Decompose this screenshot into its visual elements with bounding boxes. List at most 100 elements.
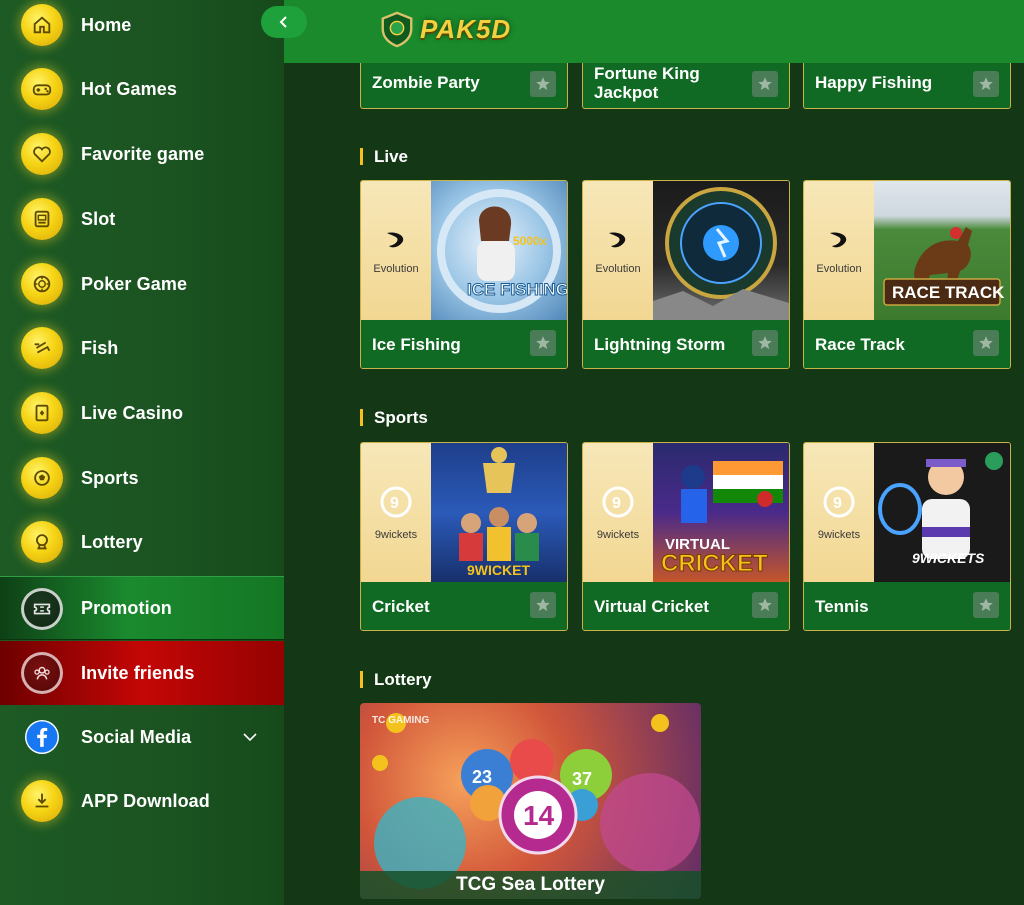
sidebar-item-social-media[interactable]: Social Media — [0, 705, 284, 769]
sidebar-item-label: Hot Games — [81, 78, 177, 99]
evolution-logo-icon — [387, 231, 404, 247]
sidebar-item-lottery[interactable]: Lottery — [0, 510, 284, 574]
game-title-bar: TCG Sea Lottery — [360, 871, 701, 899]
sidebar-item-hot-games[interactable]: Hot Games — [0, 57, 284, 121]
game-title: TCG Sea Lottery — [456, 874, 605, 895]
9wickets-logo-icon: 9 — [380, 486, 412, 517]
game-card-race-track[interactable]: Evolution RACE TRACK Race Track — [803, 180, 1011, 369]
game-card-lightning-storm[interactable]: Evolution Lightning Storm — [582, 180, 790, 369]
favorite-star-button[interactable] — [752, 71, 778, 97]
favorite-star-button[interactable] — [530, 330, 556, 356]
game-card-ice-fishing[interactable]: Evolution ICE FISHING 5000x Ice Fishing — [360, 180, 568, 369]
sidebar-item-sports[interactable]: Sports — [0, 446, 284, 510]
lightning-wheel-artwork-icon — [653, 187, 789, 320]
favorite-star-button[interactable] — [973, 71, 999, 97]
group-icon — [21, 652, 63, 694]
game-card-virtual-cricket[interactable]: 9 9wickets VIRTUAL CRICKET Virtual Crick… — [582, 442, 790, 631]
favorite-star-button[interactable] — [752, 592, 778, 618]
game-card-tennis[interactable]: 9 9wickets 9WICKETS Tennis — [803, 442, 1011, 631]
download-icon — [21, 780, 63, 822]
provider-name: Evolution — [373, 262, 419, 275]
sidebar-item-slot[interactable]: Slot — [0, 187, 284, 251]
game-thumbnail: 9 9wickets 9WICKETS — [804, 443, 1010, 582]
race-horse-artwork-icon: RACE TRACK — [883, 227, 1005, 306]
sidebar-item-favorite-game[interactable]: Favorite game — [0, 122, 284, 186]
game-title: Tennis — [815, 596, 869, 616]
sidebar-item-label: Social Media — [81, 726, 192, 747]
sidebar-item-poker-game[interactable]: Poker Game — [0, 252, 284, 316]
svg-text:9WICKETS: 9WICKETS — [912, 550, 985, 566]
section-title-lottery: Lottery — [360, 671, 432, 688]
sidebar-item-invite-friends[interactable]: Invite friends — [0, 641, 284, 705]
slot-machine-icon — [21, 198, 63, 240]
lottery-balls-artwork-icon: 14 23 37 — [372, 713, 700, 889]
favorite-star-button[interactable] — [530, 71, 556, 97]
chevron-left-icon — [279, 16, 287, 28]
favorite-star-button[interactable] — [973, 592, 999, 618]
game-title: Lightning Storm — [594, 334, 726, 354]
chevron-down-icon[interactable] — [242, 729, 258, 745]
sidebar-item-fish[interactable]: Fish — [0, 316, 284, 380]
provider-name: TC GAMING — [372, 715, 430, 726]
provider-panel: Evolution — [583, 181, 653, 320]
sidebar-item-label: Sports — [81, 467, 139, 488]
game-card-partial[interactable]: Happy Fishing — [803, 63, 1011, 109]
tennis-artwork-icon: 9WICKETS — [878, 452, 1003, 566]
evolution-logo-icon — [830, 231, 847, 247]
star-icon — [979, 336, 993, 349]
provider-name: Evolution — [595, 262, 641, 275]
game-artwork: RACE TRACK — [874, 181, 1010, 320]
sidebar-item-home[interactable]: Home — [0, 0, 284, 57]
favorite-star-button[interactable] — [752, 330, 778, 356]
sidebar-item-live-casino[interactable]: Live Casino — [0, 381, 284, 445]
star-icon — [979, 598, 993, 611]
game-card-partial[interactable]: Zombie Party — [360, 63, 568, 109]
game-artwork: 9WICKET — [431, 443, 567, 582]
svg-text:CRICKET: CRICKET — [661, 550, 768, 577]
star-icon — [536, 77, 550, 90]
svg-text:9: 9 — [833, 495, 842, 512]
evolution-logo-icon — [609, 231, 626, 247]
game-title: Race Track — [815, 334, 905, 354]
ticket-icon — [21, 588, 63, 630]
sports-ball-icon — [21, 457, 63, 499]
game-title-bar: Race Track — [804, 320, 1010, 368]
svg-text:9: 9 — [612, 495, 621, 512]
favorite-star-button[interactable] — [973, 330, 999, 356]
svg-text:ICE FISHING: ICE FISHING — [467, 280, 567, 299]
game-artwork: 9WICKETS — [874, 443, 1010, 582]
sidebar-item-app-download[interactable]: APP Download — [0, 769, 284, 833]
sidebar-item-label: Lottery — [81, 531, 143, 552]
site-logo[interactable]: PAK5D — [378, 9, 511, 49]
9wickets-logo-icon: 9 — [823, 486, 855, 517]
provider-panel: 9 9wickets — [804, 443, 874, 582]
sidebar-item-label: Promotion — [81, 597, 172, 618]
provider-panel: 9 9wickets — [583, 443, 653, 582]
game-thumbnail: Evolution — [583, 181, 789, 320]
game-card-tcg-sea-lottery[interactable]: 14 23 37 TC GAMING TCG Sea Lottery — [360, 703, 701, 899]
svg-text:37: 37 — [572, 769, 592, 789]
game-thumbnail: 9 9wickets 9WICKET — [361, 443, 567, 582]
heart-icon — [21, 133, 63, 175]
game-card-cricket[interactable]: 9 9wickets 9WICKET Cricket — [360, 442, 568, 631]
favorite-star-button[interactable] — [530, 592, 556, 618]
facebook-icon — [25, 720, 59, 754]
sidebar-collapse-button[interactable] — [261, 6, 307, 38]
game-card-partial[interactable]: Fortune King Jackpot — [582, 63, 790, 109]
logo-text: PAK5D — [420, 13, 512, 44]
svg-text:9: 9 — [390, 495, 399, 512]
provider-panel: Evolution — [804, 181, 874, 320]
star-icon — [536, 598, 550, 611]
svg-text:9WICKET: 9WICKET — [467, 562, 530, 578]
sidebar-item-promotion[interactable]: Promotion — [0, 576, 284, 640]
star-icon — [758, 77, 772, 90]
game-artwork — [653, 181, 789, 320]
section-title-sports: Sports — [360, 409, 428, 426]
9wickets-logo-icon: 9 — [602, 486, 634, 517]
home-icon — [21, 4, 63, 46]
sidebar: Home Hot Games Favorite game Slot Poker … — [0, 0, 284, 905]
sidebar-item-label: Home — [81, 14, 132, 35]
provider-panel: Evolution — [361, 181, 431, 320]
star-icon — [979, 77, 993, 90]
provider-panel: 9 9wickets — [361, 443, 431, 582]
